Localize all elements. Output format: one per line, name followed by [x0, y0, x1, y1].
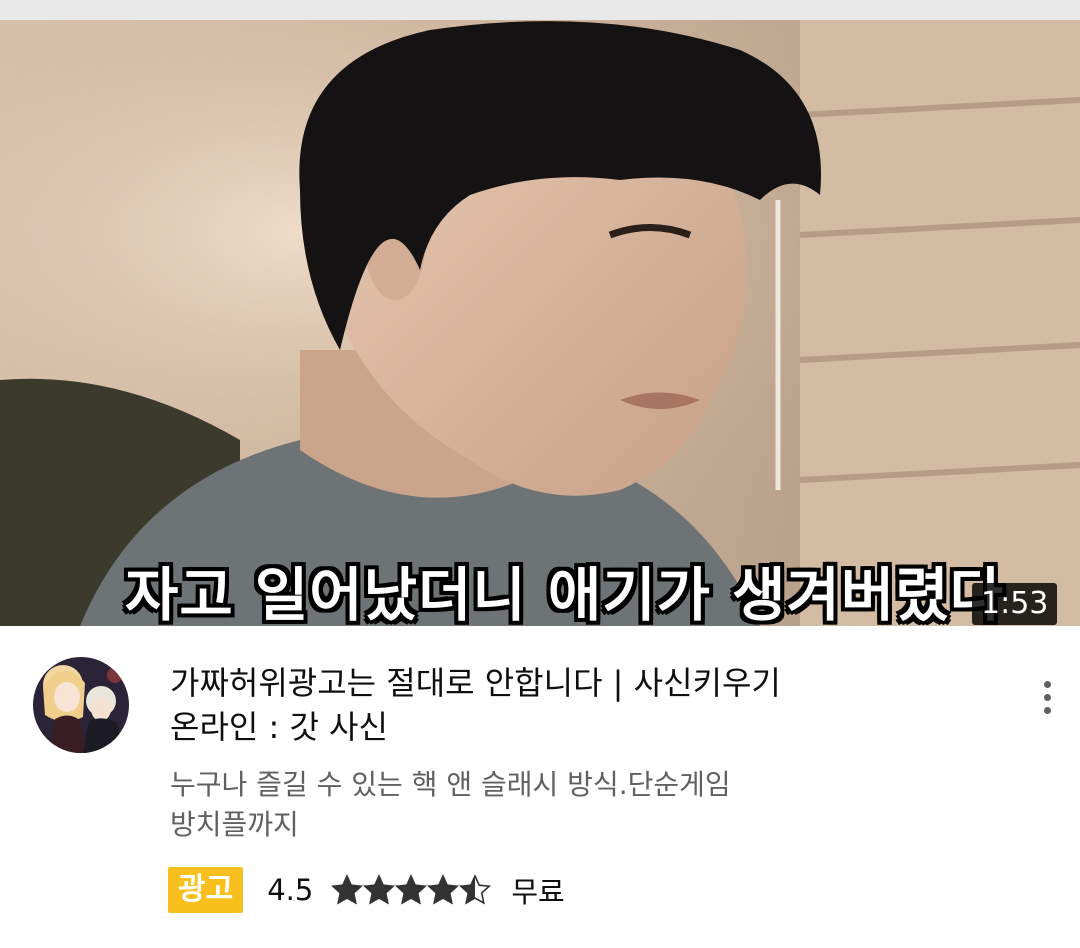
star-icon: [395, 874, 428, 905]
rating-stars: [331, 874, 492, 906]
star-icon: [427, 874, 460, 905]
ad-title-line-2: 온라인 : 갓 사신: [170, 708, 388, 746]
ad-title-line-1: 가짜허위광고는 절대로 안합니다 | 사신키우기: [170, 664, 781, 702]
price-label: 무료: [511, 875, 565, 909]
video-thumbnail[interactable]: 자고 일어났더니 애기가 생겨버렸다 1:53: [0, 20, 1080, 626]
ad-title[interactable]: 가짜허위광고는 절대로 안합니다 | 사신키우기 온라인 : 갓 사신: [170, 661, 950, 749]
rating-value: 4.5: [267, 873, 314, 907]
ad-description-line-1: 누구나 즐길 수 있는 핵 앤 슬래시 방식.단순게임: [170, 768, 731, 801]
ad-description: 누구나 즐길 수 있는 핵 앤 슬래시 방식.단순게임 방치플까지: [170, 765, 950, 845]
star-icon: [331, 874, 364, 905]
star-icon: [459, 874, 492, 905]
ad-description-line-2: 방치플까지: [170, 808, 299, 841]
channel-avatar[interactable]: [33, 657, 129, 753]
video-caption: 자고 일어났더니 애기가 생겨버렸다: [125, 561, 1004, 626]
ad-badge: 광고: [168, 867, 244, 913]
top-status-strip: [0, 0, 1080, 20]
duration-badge: 1:53: [972, 583, 1058, 625]
star-icon: [363, 874, 396, 905]
ad-meta-row: 광고 4.5 무료: [168, 866, 565, 914]
more-vert-icon[interactable]: [1025, 672, 1069, 722]
avatar-image: [33, 657, 129, 753]
thumbnail-scene: [0, 20, 1080, 626]
